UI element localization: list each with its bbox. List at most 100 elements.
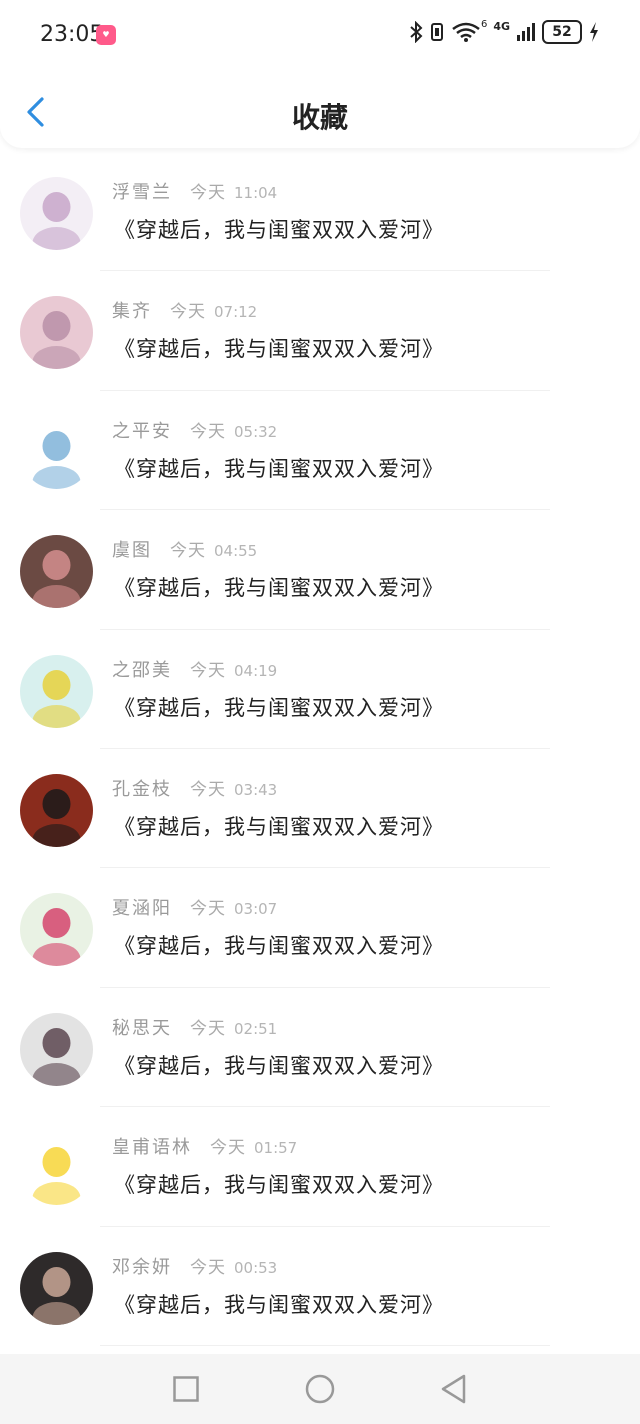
back-button[interactable] [437,1372,471,1406]
list-item[interactable]: 集齐 今天 07:12 《穿越后，我与闺蜜双双入爱河》 [0,271,640,391]
favorites-list: 浮雪兰 今天 11:04 《穿越后，我与闺蜜双双入爱河》 集齐 今天 07:12… [0,152,640,1346]
avatar[interactable] [20,1251,93,1325]
avatar-image [20,1012,93,1086]
date-label: 今天 [170,302,206,323]
home-button[interactable] [303,1372,337,1406]
list-item[interactable]: 虞图 今天 04:55 《穿越后，我与闺蜜双双入爱河》 [0,510,640,630]
item-meta: 孔金枝 今天 03:43 [112,775,277,801]
timestamp: 11:04 [234,184,278,202]
avatar-image [20,773,93,847]
timestamp: 03:43 [234,780,278,799]
timestamp: 00:53 [234,1258,278,1277]
page-title: 收藏 [291,101,348,134]
list-item[interactable]: 之平安 今天 05:32 《穿越后，我与闺蜜双双入爱河》 [0,391,640,511]
date-label: 今天 [190,660,226,681]
charging-icon [590,22,598,42]
date-label: 今天 [190,899,226,920]
avatar[interactable] [20,1132,93,1206]
item-meta: 虞图 今天 04:55 [112,536,257,562]
list-item[interactable]: 孔金枝 今天 03:43 《穿越后，我与闺蜜双双入爱河》 [0,749,640,869]
item-meta: 之平安 今天 05:32 [112,417,277,443]
book-title[interactable]: 《穿越后，我与闺蜜双双入爱河》 [114,1169,444,1199]
avatar-image [20,535,93,609]
avatar[interactable] [20,654,93,728]
list-item[interactable]: 之邵美 今天 04:19 《穿越后，我与闺蜜双双入爱河》 [0,630,640,749]
avatar[interactable] [20,1012,93,1086]
date-label: 今天 [190,183,226,203]
date-label: 今天 [190,421,226,442]
avatar-image [20,893,93,967]
book-title[interactable]: 《穿越后，我与闺蜜双双入爱河》 [114,214,444,244]
network-label: 4G [493,19,510,33]
username: 之平安 [112,420,172,442]
username: 皇甫语林 [112,1137,192,1159]
avatar-image [20,296,93,370]
book-title[interactable]: 《穿越后，我与闺蜜双双入爱河》 [114,572,444,602]
book-title[interactable]: 《穿越后，我与闺蜜双双入爱河》 [114,692,444,722]
wifi-icon [452,22,480,42]
book-title[interactable]: 《穿越后，我与闺蜜双双入爱河》 [114,811,444,841]
list-item[interactable]: 夏涵阳 今天 03:07 《穿越后，我与闺蜜双双入爱河》 [0,868,640,988]
item-meta: 秘思天 今天 02:51 [112,1014,277,1040]
item-meta: 邓余妍 今天 00:53 [112,1253,277,1279]
book-title[interactable]: 《穿越后，我与闺蜜双双入爱河》 [114,1289,444,1319]
header: 23:05 ♥ 6 4G 52 收藏 [0,0,640,148]
avatar[interactable] [20,177,93,250]
list-item[interactable]: 邓余妍 今天 00:53 《穿越后，我与闺蜜双双入爱河》 [0,1227,640,1346]
username: 浮雪兰 [112,182,172,203]
username: 邓余妍 [112,1256,172,1278]
book-title[interactable]: 《穿越后，我与闺蜜双双入爱河》 [114,930,444,960]
divider [100,1344,550,1346]
recents-button[interactable] [169,1372,203,1406]
book-title[interactable]: 《穿越后，我与闺蜜双双入爱河》 [114,333,444,363]
item-meta: 之邵美 今天 04:19 [112,656,277,682]
date-label: 今天 [210,1138,246,1159]
bluetooth-icon [410,21,423,43]
timestamp: 01:57 [254,1139,298,1158]
circle-icon [305,1374,335,1404]
date-label: 今天 [190,1257,226,1278]
list-item[interactable]: 皇甫语林 今天 01:57 《穿越后，我与闺蜜双双入爱河》 [0,1107,640,1227]
username: 之邵美 [112,659,172,681]
avatar-image [20,654,93,728]
list-item[interactable]: 浮雪兰 今天 11:04 《穿越后，我与闺蜜双双入爱河》 [0,152,640,272]
square-icon [173,1376,199,1402]
username: 集齐 [112,301,152,323]
app-notification-icon: ♥ [96,25,116,45]
avatar[interactable] [20,893,93,967]
timestamp: 05:32 [234,422,278,441]
list-item[interactable]: 秘思天 今天 02:51 《穿越后，我与闺蜜双双入爱河》 [0,988,640,1108]
timestamp: 04:19 [234,661,278,680]
battery-indicator: 52 [542,20,582,44]
item-meta: 夏涵阳 今天 03:07 [112,894,277,920]
username: 孔金枝 [112,778,172,800]
vibrate-icon [430,23,443,41]
book-title[interactable]: 《穿越后，我与闺蜜双双入爱河》 [114,1050,444,1080]
avatar-image [20,177,93,250]
timestamp: 04:55 [214,542,258,561]
avatar[interactable] [20,535,93,609]
signal-label: 6 [480,18,488,30]
avatar[interactable] [20,773,93,847]
avatar[interactable] [20,415,93,489]
avatar[interactable] [20,296,93,370]
item-meta: 集齐 今天 07:12 [112,297,257,323]
signal-bars-icon [517,23,535,41]
avatar-image [20,1132,93,1206]
item-meta: 皇甫语林 今天 01:57 [112,1133,297,1159]
timestamp: 03:07 [234,900,278,919]
username: 虞图 [112,540,152,562]
date-label: 今天 [170,541,206,562]
triangle-back-icon [441,1374,466,1404]
date-label: 今天 [190,1018,226,1039]
avatar-image [20,1251,93,1325]
username: 夏涵阳 [112,898,172,920]
avatar-image [20,415,93,489]
status-icons: 6 4G 52 [409,18,600,44]
date-label: 今天 [190,779,226,800]
book-title[interactable]: 《穿越后，我与闺蜜双双入爱河》 [114,453,444,483]
timestamp: 07:12 [214,303,258,322]
system-nav-bar [0,1354,640,1424]
timestamp: 02:51 [234,1019,278,1038]
status-time: 23:05 [40,22,104,47]
